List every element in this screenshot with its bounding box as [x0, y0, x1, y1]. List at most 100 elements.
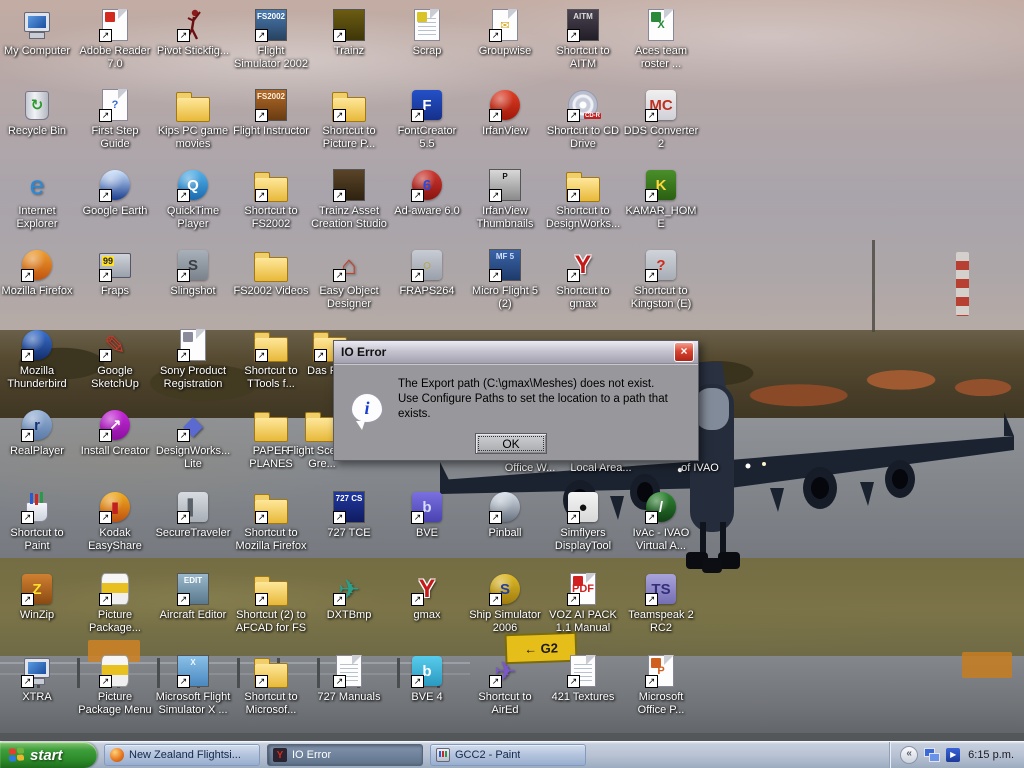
desktop-icon-dxtbmp[interactable]: ✈↗DXTBmp [310, 572, 388, 622]
desktop-icon-aircraft-editor[interactable]: EDIT↗Aircraft Editor [154, 572, 232, 622]
desktop-icon-mozilla-firefox[interactable]: ↗Mozilla Firefox [0, 248, 76, 298]
picture-package-menu-icon: ↗ [98, 654, 132, 688]
desktop-icon-groupwise[interactable]: ✉↗Groupwise [466, 8, 544, 58]
desktop-icon-sony-product-registration[interactable]: ↗Sony Product Registration [154, 328, 232, 391]
desktop-icon-ad-aware[interactable]: 6↗Ad-aware 6.0 [388, 168, 466, 218]
shortcut-arrow-icon: ↗ [567, 269, 580, 282]
collapse-chevron-icon[interactable]: « [900, 746, 918, 764]
desktop-icon-shortcut-2-to-afcad[interactable]: ↗Shortcut (2) to AFCAD for FS [232, 572, 310, 635]
desktop-icon-shortcut-to-picture-p[interactable]: ↗Shortcut to Picture P... [310, 88, 388, 151]
desktop-icon-my-computer[interactable]: My Computer [0, 8, 76, 58]
icon-label: BVE 4 [388, 691, 466, 704]
desktop-icon-fs2002-videos[interactable]: FS2002 Videos [232, 248, 310, 298]
media-player-icon[interactable]: ▶ [946, 748, 960, 762]
shortcut-arrow-icon: ↗ [333, 109, 346, 122]
task-button-label: IO Error [292, 749, 331, 761]
desktop-icon-simflyers-displaytool[interactable]: ●↗Simflyers DisplayTool [544, 490, 622, 553]
shortcut-arrow-icon: ↗ [489, 189, 502, 202]
desktop-icon-shortcut-to-mozilla-firefox[interactable]: ↗Shortcut to Mozilla Firefox [232, 490, 310, 553]
desktop-icon-mozilla-thunderbird[interactable]: ↗Mozilla Thunderbird [0, 328, 76, 391]
task-button-new-zealand-flightsi[interactable]: New Zealand Flightsi... [104, 744, 260, 766]
shortcut-arrow-icon: ↗ [99, 511, 112, 524]
desktop-icon-fraps264[interactable]: ○↗FRAPS264 [388, 248, 466, 298]
desktop-icon-kamar-home[interactable]: K↗KAMAR_HOME [622, 168, 700, 231]
desktop-icon-ivac-ivao[interactable]: /↗IvAc - IVAO Virtual A... [622, 490, 700, 553]
designworks-lite-icon: ◆↗ [176, 408, 210, 442]
desktop-icon-727-manuals[interactable]: ↗727 Manuals [310, 654, 388, 704]
desktop-icon-trainz[interactable]: ↗Trainz [310, 8, 388, 58]
desktop-icon-pivot-stickfigure[interactable]: ↗Pivot Stickfig... [154, 8, 232, 58]
desktop-icon-realplayer[interactable]: r↗RealPlayer [0, 408, 76, 458]
desktop-icon-shortcut-to-fs2002[interactable]: ↗Shortcut to FS2002 [232, 168, 310, 231]
desktop-icon-designworks-lite[interactable]: ◆↗DesignWorks... Lite [154, 408, 232, 471]
desktop-icon-fontcreator[interactable]: F↗FontCreator 5.5 [388, 88, 466, 151]
desktop-icon-trainz-asset-creation-studio[interactable]: ↗Trainz Asset Creation Studio [310, 168, 388, 231]
desktop-icon-kodak-easyshare[interactable]: ▮↗Kodak EasyShare [76, 490, 154, 553]
desktop-icon-micro-flight-5[interactable]: MF 5↗Micro Flight 5 (2) [466, 248, 544, 311]
icon-label: 421 Textures [544, 691, 622, 704]
task-button-gcc2-paint[interactable]: GCC2 - Paint [430, 744, 586, 766]
clock[interactable]: 6:15 p.m. [968, 749, 1014, 761]
desktop-icon-irfanview[interactable]: ↗IrfanView [466, 88, 544, 138]
desktop-icon-flight-simulator-2002[interactable]: FS2002↗Flight Simulator 2002 [232, 8, 310, 71]
desktop-icon-727-tce[interactable]: 727 CS↗727 TCE [310, 490, 388, 540]
desktop-icon-securetraveler[interactable]: ▌↗SecureTraveler [154, 490, 232, 540]
desktop-icon-pinball[interactable]: ↗Pinball [466, 490, 544, 540]
desktop-icon-microsoft-office-p[interactable]: P↗Microsoft Office P... [622, 654, 700, 717]
desktop-icon-microsoft-flight-simulator-x[interactable]: X↗Microsoft Flight Simulator X ... [154, 654, 232, 717]
desktop-icon-421-textures[interactable]: ↗421 Textures [544, 654, 622, 704]
desktop-icon-ship-simulator-2006[interactable]: S↗Ship Simulator 2006 [466, 572, 544, 635]
desktop-icon-picture-package-menu[interactable]: ↗Picture Package Menu [76, 654, 154, 717]
desktop-icon-bve-4[interactable]: b↗BVE 4 [388, 654, 466, 704]
icon-label: IvAc - IVAO Virtual A... [622, 527, 700, 553]
desktop-icon-shortcut-to-microsof[interactable]: ↗Shortcut to Microsof... [232, 654, 310, 717]
icon-label: FontCreator 5.5 [388, 125, 466, 151]
irfanview-thumbnails-icon: P↗ [488, 168, 522, 202]
desktop-icon-shortcut-to-aired[interactable]: ✈↗Shortcut to AirEd [466, 654, 544, 717]
ok-button[interactable]: OK [475, 433, 547, 454]
desktop-icon-flight-instructor[interactable]: FS2002↗Flight Instructor [232, 88, 310, 138]
desktop-icon-google-sketchup[interactable]: ✎↗Google SketchUp [76, 328, 154, 391]
desktop-icon-install-creator[interactable]: ↗↗Install Creator [76, 408, 154, 458]
desktop-icon-picture-package[interactable]: ↗Picture Package... [76, 572, 154, 635]
close-icon[interactable]: × [674, 342, 694, 362]
desktop-icon-recycle-bin[interactable]: ↻Recycle Bin [0, 88, 76, 138]
desktop-icon-scrap[interactable]: Scrap [388, 8, 466, 58]
desktop-icon-teamspeak-2[interactable]: TS↗Teamspeak 2 RC2 [622, 572, 700, 635]
desktop-icon-voz-ai-pack-manual[interactable]: PDF↗VOZ AI PACK 1.1 Manual [544, 572, 622, 635]
desktop-icon-shortcut-to-paint[interactable]: ↗Shortcut to Paint [0, 490, 76, 553]
desktop-icon-irfanview-thumbnails[interactable]: P↗IrfanView Thumbnails [466, 168, 544, 231]
desktop-icon-aces-team-roster[interactable]: XAces team roster ... [622, 8, 700, 71]
desktop-icon-slingshot[interactable]: S↗Slingshot [154, 248, 232, 298]
network-icon[interactable] [924, 748, 940, 762]
desktop-icon-shortcut-to-cd-drive[interactable]: CD-R↗Shortcut to CD Drive [544, 88, 622, 151]
icon-label: 727 Manuals [310, 691, 388, 704]
shortcut-arrow-icon: ↗ [255, 109, 268, 122]
icon-label: WinZip [0, 609, 76, 622]
desktop-icon-first-step-guide[interactable]: ?↗First Step Guide [76, 88, 154, 151]
desktop-icon-google-earth[interactable]: ↗Google Earth [76, 168, 154, 218]
desktop-icon-bve[interactable]: b↗BVE [388, 490, 466, 540]
desktop-icon-quicktime-player[interactable]: Q↗QuickTime Player [154, 168, 232, 231]
desktop-icon-adobe-reader[interactable]: ↗Adobe Reader 7.0 [76, 8, 154, 71]
shortcut-to-aired-icon: ✈↗ [488, 654, 522, 688]
start-button[interactable]: start [0, 742, 97, 768]
desktop-icon-shortcut-to-designworks[interactable]: ↗Shortcut to DesignWorks... [544, 168, 622, 231]
desktop-icon-fraps[interactable]: 99↗Fraps [76, 248, 154, 298]
desktop-icon-winzip[interactable]: Z↗WinZip [0, 572, 76, 622]
desktop-icon-internet-explorer[interactable]: eInternet Explorer [0, 168, 76, 231]
desktop-icon-shortcut-to-gmax[interactable]: Y↗Shortcut to gmax [544, 248, 622, 311]
desktop-icon-xtra[interactable]: ↗XTRA [0, 654, 76, 704]
microsoft-office-p-icon: P↗ [644, 654, 678, 688]
desktop-icon-dds-converter[interactable]: MC↗DDS Converter 2 [622, 88, 700, 151]
shortcut-to-picture-p-icon: ↗ [332, 88, 366, 122]
desktop-icon-shortcut-to-aitm[interactable]: AITM↗Shortcut to AITM [544, 8, 622, 71]
icon-label: Shortcut to CD Drive [544, 125, 622, 151]
simflyers-displaytool-icon: ●↗ [566, 490, 600, 524]
task-button-io-error[interactable]: YIO Error [267, 744, 423, 766]
desktop-icon-kips-pc-game-movies[interactable]: Kips PC game movies [154, 88, 232, 151]
desktop-icon-shortcut-to-kingston[interactable]: ?↗Shortcut to Kingston (E) [622, 248, 700, 311]
dialog-titlebar[interactable]: IO Error × [334, 341, 698, 364]
desktop-icon-gmax[interactable]: Y↗gmax [388, 572, 466, 622]
desktop-icon-easy-object-designer[interactable]: ⌂↗Easy Object Designer [310, 248, 388, 311]
